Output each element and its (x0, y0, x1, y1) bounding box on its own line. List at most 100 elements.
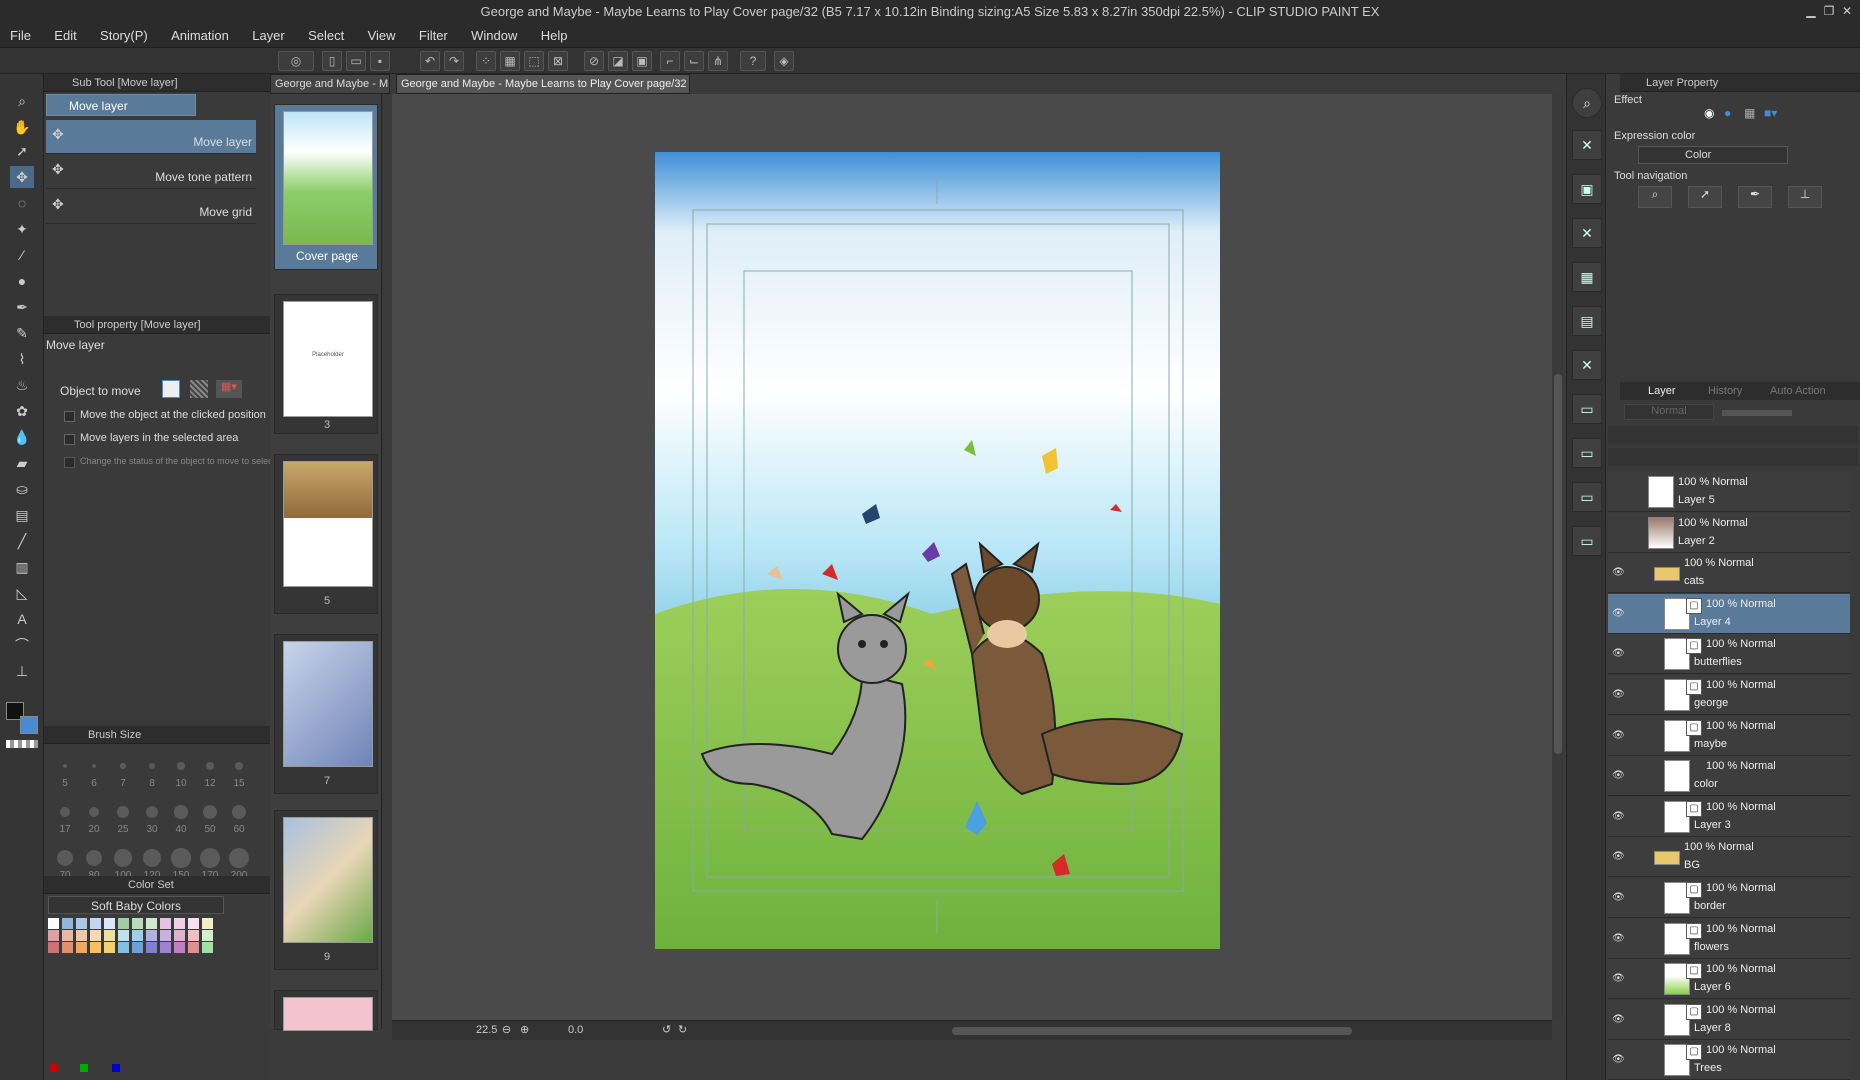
operation-tool-icon[interactable]: ➚ (10, 140, 34, 162)
menu-file[interactable]: File (0, 24, 41, 48)
brush-size-dot[interactable] (171, 848, 191, 868)
menu-help[interactable]: Help (531, 24, 578, 48)
page-5[interactable]: 5 (274, 454, 378, 614)
brush-size-dot[interactable] (117, 806, 129, 818)
scale-icon[interactable]: ⊠ (548, 51, 568, 71)
help-icon[interactable]: ? (740, 51, 766, 71)
page-manager-tab[interactable]: George and Maybe - M (270, 74, 390, 94)
color-swatch[interactable] (118, 942, 129, 953)
color-swatch[interactable] (62, 930, 73, 941)
layer-row[interactable]: 👁 100 % Normal ▢ flowers (1608, 918, 1850, 959)
layer-row[interactable]: 👁 100 % Normal ▢ Layer 3 (1608, 796, 1850, 837)
horizontal-scrollbar[interactable] (952, 1027, 1352, 1035)
fill-icon[interactable]: ▦ (500, 51, 520, 71)
color-swatch[interactable] (48, 930, 59, 941)
text-tool-icon[interactable]: A (10, 608, 34, 630)
object-layer-button[interactable] (162, 380, 180, 398)
ruler-tool-icon[interactable]: ◺ (10, 582, 34, 604)
layer-row[interactable]: 👁 100 % Normal ▢ Trees (1608, 1040, 1850, 1080)
brush-size-dot[interactable] (203, 805, 217, 819)
brush-size-dot[interactable] (142, 848, 162, 868)
opt-change-status-checkbox[interactable] (64, 457, 75, 468)
layer-row[interactable]: 👁 100 % Normal ▢ butterflies (1608, 634, 1850, 675)
eyedropper-tool-icon[interactable]: ⁄ (10, 244, 34, 266)
gradient-tool-icon[interactable]: ▤ (10, 504, 34, 526)
brush-size-dot[interactable] (200, 848, 220, 868)
material-download-icon[interactable]: ▭ (1572, 526, 1602, 556)
layer-row[interactable]: 👁 100 % Normal ▢ maybe (1608, 715, 1850, 756)
material-image-icon[interactable]: ▭ (1572, 438, 1602, 468)
recent-blue-swatch[interactable] (112, 1064, 120, 1072)
magic-wand-tool-icon[interactable]: ✦ (10, 218, 34, 240)
object-tone-button[interactable] (190, 380, 208, 398)
pen-tool-icon[interactable]: ✒ (10, 296, 34, 318)
brush-tool-icon[interactable]: ⌇ (10, 348, 34, 370)
color-swatch[interactable] (132, 918, 143, 929)
opacity-slider[interactable] (1722, 410, 1792, 416)
brush-size-dot[interactable] (145, 805, 159, 819)
nav-object-icon[interactable]: ➚ (1688, 186, 1722, 208)
color-swatch[interactable] (188, 930, 199, 941)
menu-story[interactable]: Story(P) (90, 24, 158, 48)
extract-line-icon[interactable]: ● (1724, 106, 1731, 120)
layer-row[interactable]: 👁 100 % Normal ▢ Layer 6 (1608, 959, 1850, 1000)
subtool-move-tone-pattern[interactable]: ✥ Move tone pattern (46, 155, 256, 189)
brush-size-dot[interactable] (91, 763, 97, 769)
color-swatch[interactable] (132, 942, 143, 953)
invert-selection-icon[interactable]: ◪ (608, 51, 628, 71)
border-effect-icon[interactable]: ◉ (1704, 106, 1714, 120)
brush-size-dot[interactable] (174, 805, 188, 819)
color-swatch[interactable] (90, 942, 101, 953)
layer-row[interactable]: 👁 100 % Normal ▢ border (1608, 878, 1850, 918)
subtool-move-layer[interactable]: ✥ Move layer (46, 120, 256, 154)
brush-size-dot[interactable] (206, 762, 214, 770)
eraser-tool-icon[interactable]: ▰ (10, 452, 34, 474)
correct-line-tool-icon[interactable]: ⊥ (10, 660, 34, 682)
color-swatch[interactable] (76, 942, 87, 953)
color-swatch[interactable] (104, 942, 115, 953)
pencil-tool-icon[interactable]: ✎ (10, 322, 34, 344)
figure-tool-icon[interactable]: ╱ (10, 530, 34, 552)
page-9[interactable]: 9 (274, 810, 378, 970)
rotate-left-icon[interactable]: ↺ (662, 1023, 671, 1036)
visibility-eye-icon[interactable]: 👁 (1612, 892, 1625, 904)
subtool-move-grid[interactable]: ✥ Move grid (46, 190, 256, 224)
brush-size-dot[interactable] (148, 762, 156, 770)
color-swatch[interactable] (132, 930, 143, 941)
sub-tool-group-tab[interactable]: Move layer (46, 94, 196, 116)
brush-size-dot[interactable] (63, 764, 67, 768)
material-pattern-icon[interactable]: ✕ (1572, 350, 1602, 380)
layer-row[interactable]: 👁 100 % Normal BG (1608, 837, 1850, 878)
menu-edit[interactable]: Edit (44, 24, 86, 48)
recent-green-swatch[interactable] (80, 1064, 88, 1072)
lasso-tool-icon[interactable]: ◌ (10, 192, 34, 214)
layer-row[interactable]: 👁 100 % Normal ▢ Layer 8 (1608, 999, 1850, 1040)
brush-size-dot[interactable] (231, 804, 247, 820)
vertical-scroll-thumb[interactable] (1554, 374, 1562, 754)
frame-border-tool-icon[interactable]: ▥ (10, 556, 34, 578)
color-swatch[interactable] (174, 930, 185, 941)
color-set-select[interactable]: Soft Baby Colors (48, 896, 224, 914)
material-folder-icon[interactable]: ▭ (1572, 394, 1602, 424)
object-grid-button[interactable]: ▦▾ (216, 380, 242, 398)
material-manga-icon[interactable]: ▤ (1572, 306, 1602, 336)
visibility-eye-icon[interactable]: 👁 (1612, 648, 1625, 660)
menu-animation[interactable]: Animation (161, 24, 239, 48)
sub-color-swatch[interactable] (20, 716, 38, 734)
color-swatch[interactable] (160, 930, 171, 941)
deselect-icon[interactable]: ⊘ (584, 51, 604, 71)
visibility-eye-icon[interactable]: 👁 (1612, 689, 1625, 701)
visibility-eye-icon[interactable]: 👁 (1612, 933, 1625, 945)
tone-effect-icon[interactable]: ▦ (1744, 106, 1755, 120)
transparent-color-swatch[interactable] (6, 740, 38, 748)
move-layer-tool-icon[interactable]: ✥ (10, 166, 34, 188)
tab-history[interactable]: History (1708, 382, 1742, 400)
color-swatch[interactable] (202, 930, 213, 941)
visibility-eye-icon[interactable]: 👁 (1612, 811, 1625, 823)
color-swatch[interactable] (188, 942, 199, 953)
page-7[interactable]: 7 (274, 634, 378, 794)
color-swatch[interactable] (76, 930, 87, 941)
sub-view-icon[interactable]: ▣ (1572, 174, 1602, 204)
color-swatch[interactable] (160, 942, 171, 953)
color-swatch[interactable] (90, 918, 101, 929)
